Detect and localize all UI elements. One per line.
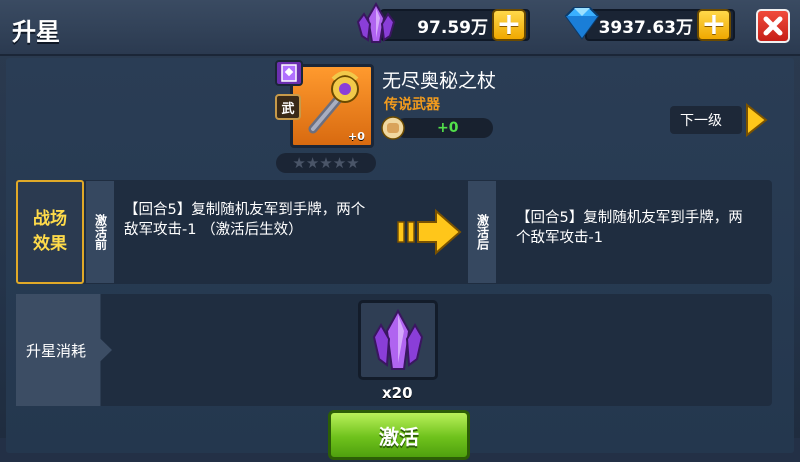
purple-crystal-icon bbox=[372, 308, 424, 370]
page-title: 升星 bbox=[12, 18, 60, 46]
blue-diamond-icon bbox=[564, 7, 600, 40]
battle-effect-label: 战场效果 bbox=[16, 180, 84, 284]
fist-icon bbox=[381, 116, 405, 140]
weapon-category-badge: 武 bbox=[275, 94, 301, 120]
activate-button[interactable]: 激活 bbox=[328, 410, 470, 460]
power-value: +0 bbox=[437, 120, 459, 136]
diamond-amount: 3937.63万 bbox=[598, 17, 693, 38]
cost-item-slot[interactable] bbox=[358, 300, 438, 380]
close-button[interactable] bbox=[756, 9, 790, 43]
item-rarity: 传说武器 bbox=[384, 97, 440, 113]
spellbook-icon bbox=[275, 60, 303, 86]
before-activation-tab: 激活前 bbox=[86, 181, 114, 283]
add-crystal-button[interactable]: + bbox=[492, 9, 526, 41]
item-level-badge: +0 bbox=[348, 130, 365, 143]
upgrade-star-screen: 升星 97.59万 + 3937.63万 + 武 +0 ★★★★★ 无尽奥秘之杖… bbox=[0, 0, 800, 462]
transition-arrow-icon bbox=[397, 208, 462, 256]
item-name: 无尽奥秘之杖 bbox=[382, 70, 497, 92]
star-rating: ★★★★★ bbox=[276, 153, 376, 173]
cost-quantity: x20 bbox=[382, 384, 413, 402]
upgrade-cost-label: 升星消耗 bbox=[16, 294, 112, 406]
after-activation-tab: 激活后 bbox=[468, 181, 496, 283]
arrow-right-icon[interactable] bbox=[744, 103, 768, 137]
next-level-button[interactable]: 下一级 bbox=[670, 106, 742, 134]
after-effect-text: 【回合5】复制随机友军到手牌，两个敌军攻击-1 bbox=[516, 210, 743, 246]
crystal-amount: 97.59万 bbox=[417, 17, 488, 38]
before-effect-text: 【回合5】复制随机友军到手牌，两个敌军攻击-1 （激活后生效） bbox=[124, 202, 366, 238]
add-diamond-button[interactable]: + bbox=[697, 9, 731, 41]
close-icon bbox=[763, 16, 783, 36]
purple-crystal-icon bbox=[356, 2, 396, 43]
